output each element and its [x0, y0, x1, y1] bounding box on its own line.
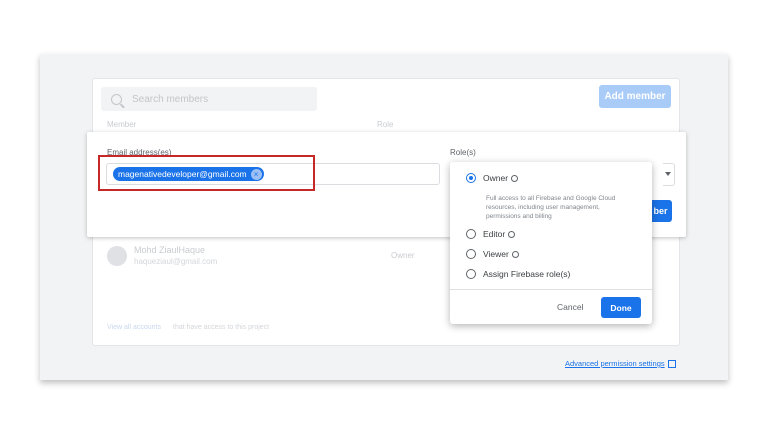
- role-option-owner[interactable]: Owner: [466, 173, 519, 183]
- view-all-accounts-link[interactable]: View all accounts: [107, 324, 161, 331]
- chevron-down-icon: [665, 172, 671, 176]
- role-option-label: Editor: [483, 229, 506, 239]
- footer-text: that have access to this project: [173, 324, 270, 331]
- role-select[interactable]: [663, 163, 675, 186]
- role-option-firebase[interactable]: Assign Firebase role(s): [466, 269, 570, 279]
- owner-description: Full access to all Firebase and Google C…: [486, 195, 616, 220]
- role-option-label: Viewer: [483, 249, 509, 259]
- role-option-viewer[interactable]: Viewer: [466, 249, 519, 259]
- role-option-label: Owner: [483, 173, 509, 183]
- help-icon[interactable]: [511, 250, 519, 258]
- done-button[interactable]: Done: [601, 297, 641, 318]
- radio-icon[interactable]: [466, 269, 476, 279]
- member-column-header[interactable]: Member: [107, 120, 136, 129]
- table-row: Mohd ZiaulHaque haqueziaul@gmail.com Own…: [107, 245, 447, 273]
- help-icon[interactable]: [508, 230, 516, 238]
- divider: [450, 289, 652, 290]
- member-name: Mohd ZiaulHaque: [134, 245, 206, 255]
- radio-icon[interactable]: [466, 249, 476, 259]
- radio-selected-icon[interactable]: [466, 173, 476, 183]
- advanced-link-label: Advanced permission settings: [565, 359, 665, 368]
- external-link-icon: [667, 359, 676, 368]
- roles-dropdown: Owner Full access to all Firebase and Go…: [450, 162, 652, 324]
- radio-icon[interactable]: [466, 229, 476, 239]
- role-column-header: Role: [377, 120, 394, 129]
- advanced-permission-settings-link[interactable]: Advanced permission settings: [565, 359, 676, 368]
- member-email: haqueziaul@gmail.com: [134, 257, 218, 266]
- highlight-box: [98, 155, 315, 191]
- help-icon[interactable]: [511, 174, 519, 182]
- roles-label: Role(s): [450, 148, 476, 157]
- search-placeholder: Search members: [132, 93, 209, 105]
- search-input[interactable]: Search members: [101, 87, 317, 111]
- avatar: [107, 246, 127, 266]
- add-member-submit-button[interactable]: ber: [649, 200, 672, 222]
- add-member-button[interactable]: Add member: [599, 85, 671, 108]
- role-option-label: Assign Firebase role(s): [483, 269, 571, 279]
- search-icon: [111, 93, 122, 105]
- member-role: Owner: [391, 251, 415, 260]
- cancel-button[interactable]: Cancel: [557, 302, 583, 312]
- role-option-editor[interactable]: Editor: [466, 229, 516, 239]
